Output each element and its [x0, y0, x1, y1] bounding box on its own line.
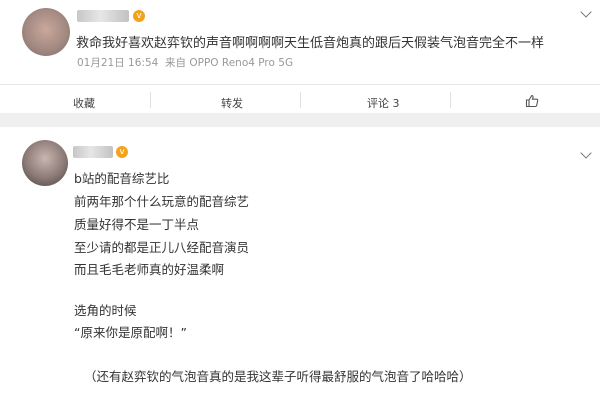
username[interactable] — [73, 146, 113, 158]
vip-badge-icon: v — [133, 10, 145, 22]
post-line: 至少请的都是正儿八经配音演员 — [74, 240, 250, 255]
avatar[interactable] — [22, 140, 68, 186]
vip-badge-icon: v — [116, 146, 128, 158]
post-timestamp: 01月21日 16:54 — [77, 57, 159, 69]
post-line: b站的配音综艺比 — [74, 171, 170, 186]
comment-button[interactable]: 评论 3 — [367, 95, 400, 111]
post-text: 救命我好喜欢赵弈钦的声音啊啊啊啊天生低音炮真的跟后天假装气泡音完全不一样 — [76, 36, 545, 51]
post-card-1: v 救命我好喜欢赵弈钦的声音啊啊啊啊天生低音炮真的跟后天假装气泡音完全不一样 0… — [0, 0, 600, 113]
repost-button[interactable]: 转发 — [221, 95, 243, 111]
post-meta: 01月21日 16:54 来自 OPPO Reno4 Pro 5G — [77, 55, 293, 70]
post-line: 前两年那个什么玩意的配音综艺 — [74, 194, 250, 209]
post-line: （还有赵弈钦的气泡音真的是我这辈子听得最舒服的气泡音了哈哈哈） — [84, 369, 472, 384]
action-separator — [300, 92, 301, 108]
chevron-down-icon[interactable] — [580, 6, 592, 18]
username[interactable] — [77, 10, 129, 22]
post-line: 质量好得不是一丁半点 — [74, 217, 200, 232]
post-source: 来自 OPPO Reno4 Pro 5G — [165, 57, 294, 69]
post-line: 选角的时候 — [74, 303, 137, 318]
action-separator — [150, 92, 151, 108]
avatar[interactable] — [22, 8, 70, 56]
favorite-button[interactable]: 收藏 — [73, 95, 95, 111]
post-line: “原来你是原配啊！” — [74, 325, 187, 340]
action-separator — [450, 92, 451, 108]
divider — [0, 84, 600, 85]
post-line: 而且毛毛老师真的好温柔啊 — [74, 262, 225, 277]
thumbs-up-icon[interactable] — [525, 93, 539, 108]
